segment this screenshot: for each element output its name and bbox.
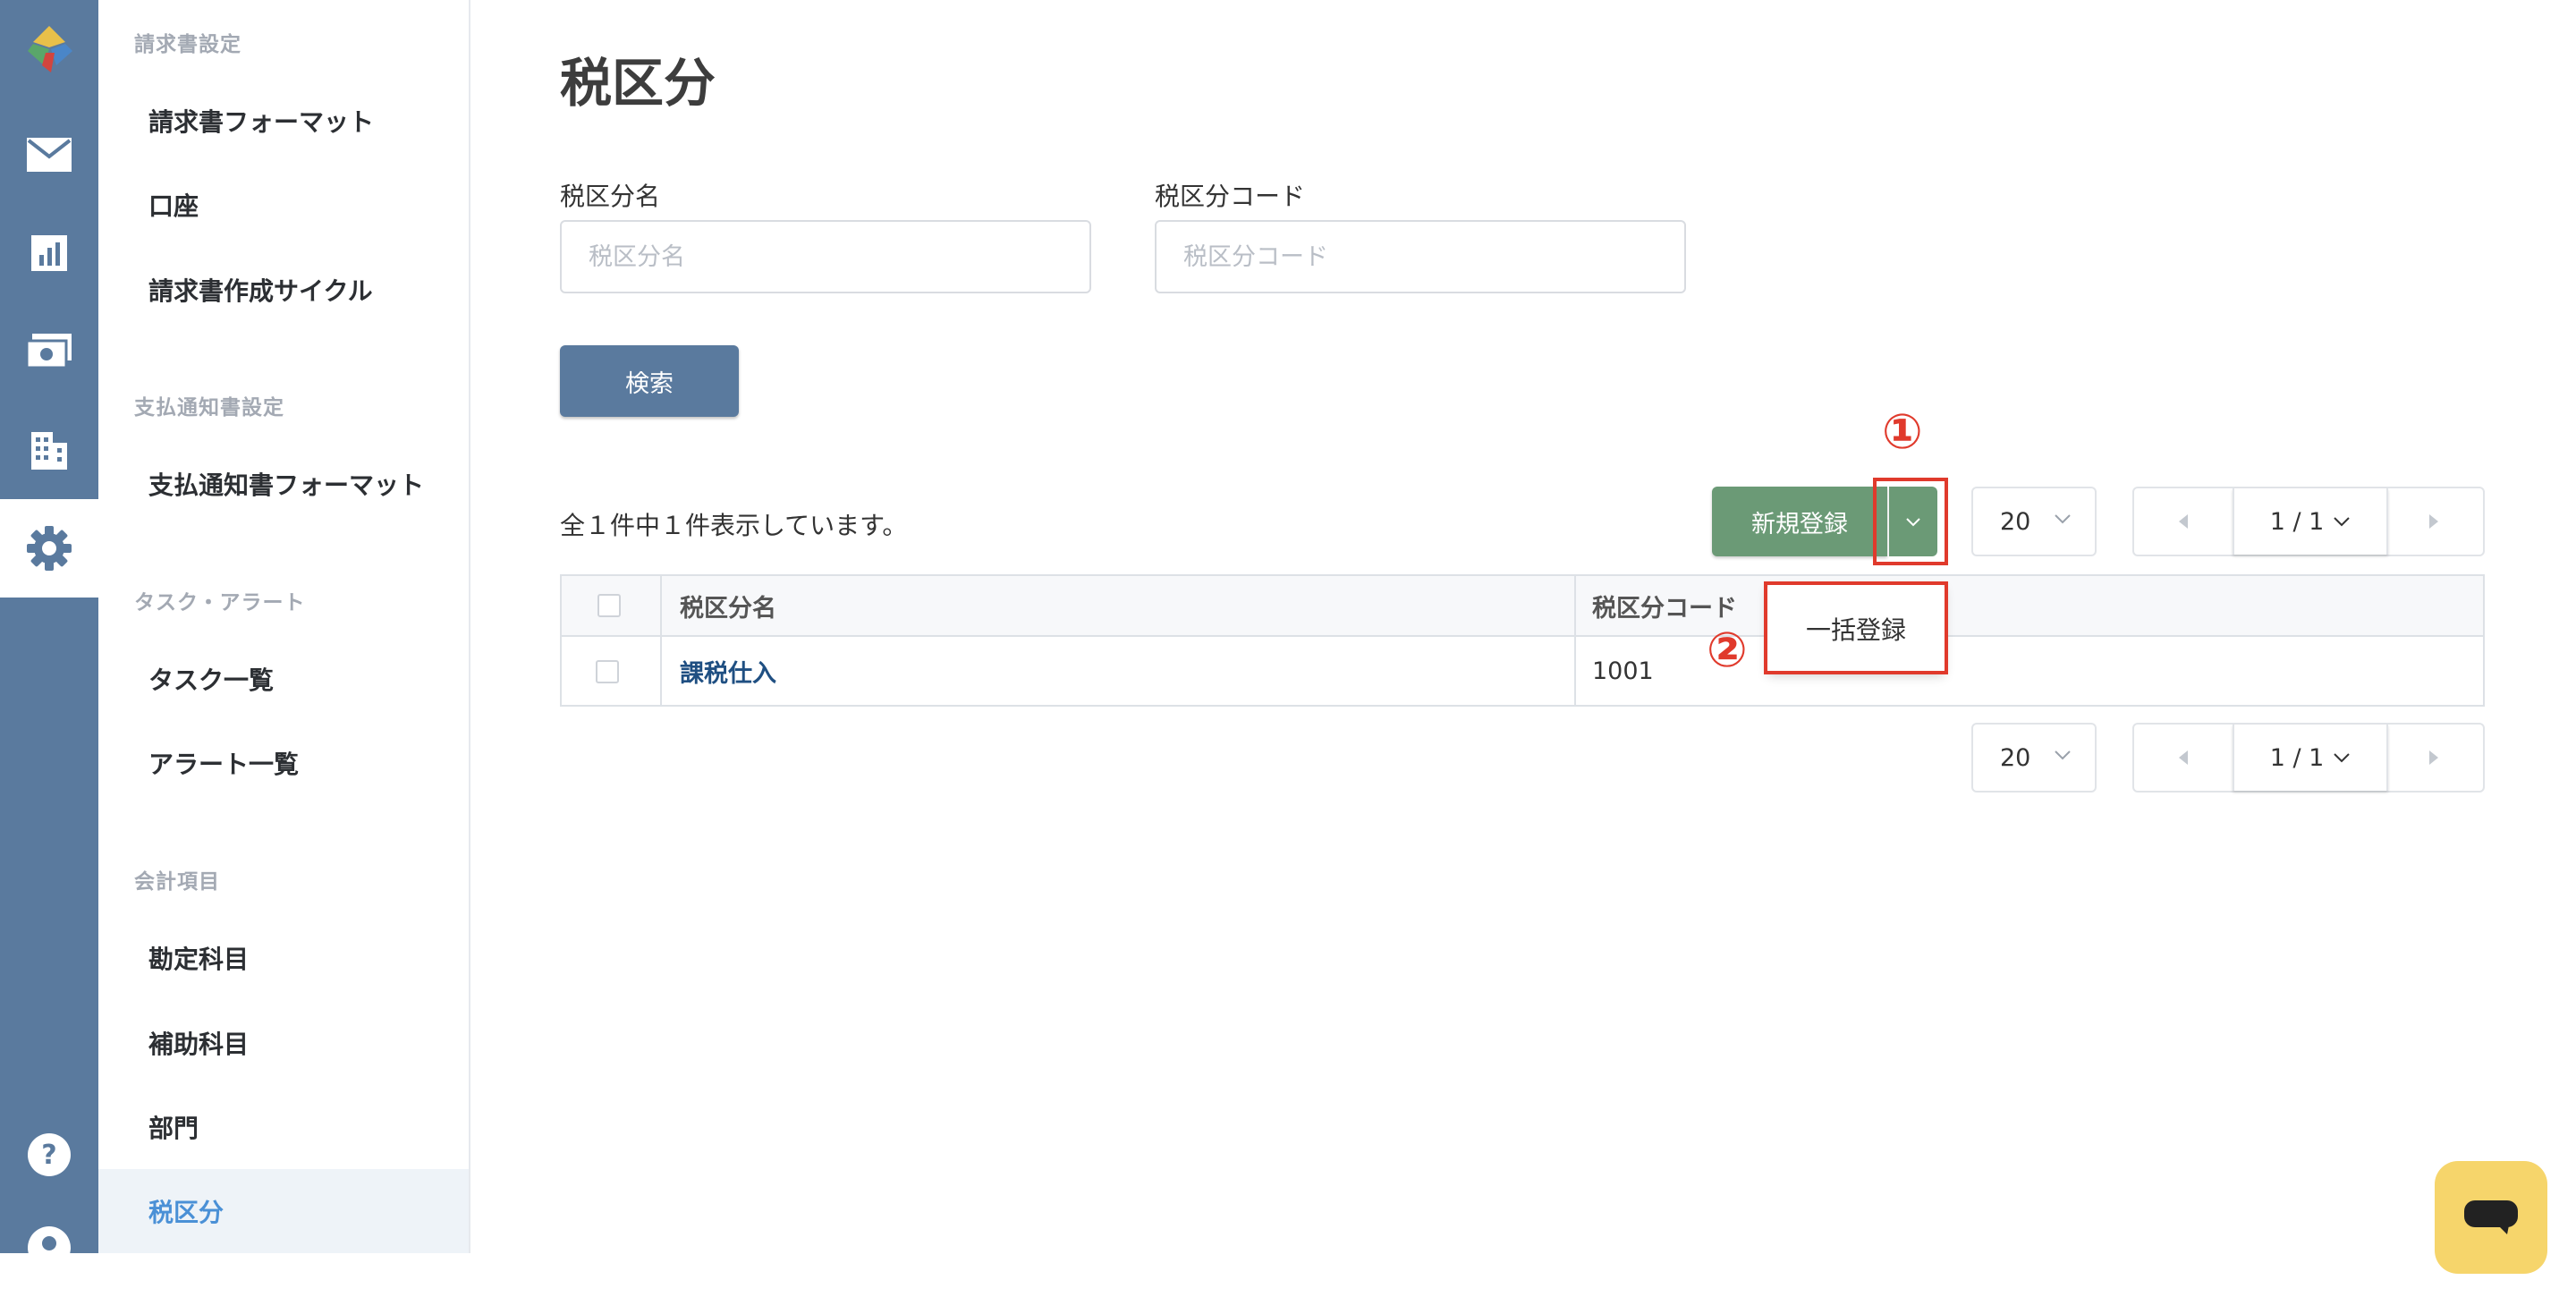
menu-item-payment-format[interactable]: 支払通知書フォーマット: [98, 442, 469, 526]
menu-item-alert-list[interactable]: アラート一覧: [98, 721, 469, 805]
gear-icon[interactable]: [0, 499, 98, 598]
search-button[interactable]: 検索: [560, 345, 739, 417]
tax-code-label: 税区分コード: [1155, 182, 1306, 211]
svg-text:?: ?: [41, 1140, 56, 1171]
table-header: [562, 576, 2483, 637]
per-page-value: 20: [2000, 507, 2031, 536]
per-page-select[interactable]: 20: [1971, 487, 2097, 556]
tax-code-input[interactable]: [1155, 220, 1686, 293]
row-checkbox[interactable]: [596, 660, 619, 683]
menu-section-invoice: 請求書設定: [134, 33, 242, 56]
help-icon[interactable]: ?: [0, 1106, 98, 1204]
per-page-select-bottom[interactable]: 20: [1971, 723, 2097, 793]
page-select[interactable]: 1 / 1: [2233, 725, 2388, 791]
new-register-button[interactable]: 新規登録: [1712, 487, 1887, 556]
header-tax-name[interactable]: 税区分名: [680, 576, 776, 635]
menu-item-account[interactable]: 口座: [98, 163, 469, 247]
row-tax-code: 1001: [1592, 657, 1654, 685]
chevron-down-icon: [2055, 750, 2071, 760]
annotation-number-1: ①: [1882, 403, 1923, 460]
column-divider: [660, 576, 662, 705]
page-select[interactable]: 1 / 1: [2233, 488, 2388, 555]
menu-item-account-title[interactable]: 勘定科目: [98, 916, 469, 1000]
chat-support-button[interactable]: [2435, 1161, 2547, 1274]
logo-icon[interactable]: [0, 0, 98, 98]
menu-item-tax-category[interactable]: 税区分: [98, 1169, 469, 1253]
chevron-down-icon: [2055, 514, 2071, 524]
prev-page-button[interactable]: [2134, 488, 2233, 555]
annotation-number-2: ②: [1707, 622, 1748, 678]
next-page-button[interactable]: [2385, 488, 2483, 555]
pagination-bottom: 1 / 1: [2132, 723, 2485, 793]
prev-page-button[interactable]: [2134, 725, 2233, 791]
caret-left-icon: [2179, 750, 2188, 765]
tax-category-table: 税区分名 税区分コード 課税仕入 1001: [560, 574, 2485, 707]
building-icon[interactable]: [0, 401, 98, 499]
caret-left-icon: [2179, 514, 2188, 529]
payment-icon[interactable]: [0, 302, 98, 401]
tax-name-input[interactable]: [560, 220, 1091, 293]
result-count-text: 全１件中１件表示しています。: [560, 511, 908, 540]
next-page-button[interactable]: [2385, 725, 2483, 791]
menu-item-invoice-cycle[interactable]: 請求書作成サイクル: [98, 248, 469, 332]
page-indicator: 1 / 1: [2269, 743, 2325, 772]
menu-item-invoice-format[interactable]: 請求書フォーマット: [98, 79, 469, 163]
menu-item-department[interactable]: 部門: [98, 1085, 469, 1169]
select-all-checkbox[interactable]: [597, 594, 621, 617]
menu-item-task-list[interactable]: タスク一覧: [98, 637, 469, 721]
mail-icon[interactable]: [0, 106, 98, 204]
chat-bubble-icon: [2464, 1200, 2518, 1234]
caret-right-icon: [2429, 514, 2438, 529]
annotation-highlight-1: [1873, 478, 1948, 565]
chevron-down-icon: [2334, 517, 2351, 527]
page-indicator: 1 / 1: [2269, 507, 2325, 536]
icon-rail: ?: [0, 0, 98, 1269]
user-icon[interactable]: [0, 1199, 98, 1297]
row-tax-name-link[interactable]: 課税仕入: [680, 637, 776, 705]
settings-menu: 請求書設定 請求書フォーマット 口座 請求書作成サイクル 支払通知書設定 支払通…: [98, 0, 470, 1253]
menu-section-accounting: 会計項目: [134, 870, 220, 894]
annotation-highlight-2: [1764, 581, 1948, 674]
caret-right-icon: [2429, 750, 2438, 765]
chevron-down-icon: [2334, 753, 2351, 763]
column-divider: [1574, 576, 1576, 705]
menu-section-payment: 支払通知書設定: [134, 396, 284, 420]
tax-name-label: 税区分名: [560, 182, 661, 211]
pagination: 1 / 1: [2132, 487, 2485, 556]
per-page-value: 20: [2000, 743, 2031, 772]
chart-icon[interactable]: [0, 204, 98, 302]
page-title: 税区分: [560, 53, 716, 114]
menu-section-tasks: タスク・アラート: [134, 591, 306, 615]
menu-item-sub-account[interactable]: 補助科目: [98, 1001, 469, 1085]
